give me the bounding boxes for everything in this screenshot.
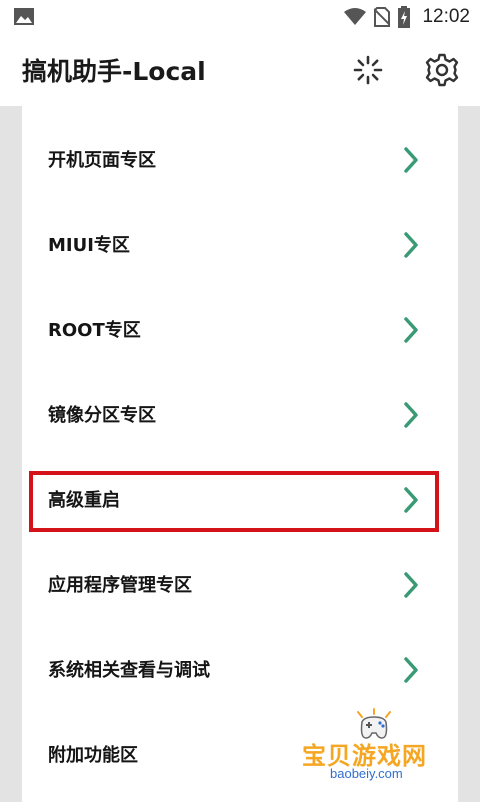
- loading-spinner-icon: [353, 55, 383, 85]
- menu-item-label: 镜像分区专区: [48, 405, 156, 426]
- chevron-right-icon: [404, 147, 418, 173]
- watermark: 宝贝游戏网 baobeiy.com: [302, 708, 452, 798]
- scrollbar-track[interactable]: [458, 106, 480, 802]
- menu-item-image-partition[interactable]: 镜像分区专区: [22, 373, 458, 458]
- menu-card: 开机页面专区 MIUI专区 ROOT专区 镜像分区专区 高级重启 应用程序管理专…: [22, 106, 458, 802]
- menu-item-root[interactable]: ROOT专区: [22, 288, 458, 373]
- menu-item-label: 系统相关查看与调试: [48, 660, 210, 681]
- chevron-right-icon: [404, 317, 418, 343]
- menu-item-miui[interactable]: MIUI专区: [22, 203, 458, 288]
- chevron-right-icon: [404, 657, 418, 683]
- menu-item-app-management[interactable]: 应用程序管理专区: [22, 543, 458, 628]
- wifi-icon: [344, 8, 367, 25]
- menu-item-label: 开机页面专区: [48, 150, 156, 171]
- image-icon: [14, 8, 34, 25]
- menu-item-label: 附加功能区: [48, 745, 138, 766]
- watermark-url: baobeiy.com: [330, 766, 403, 781]
- gear-icon: [425, 53, 459, 87]
- no-sim-icon: [374, 7, 391, 27]
- page-title: 搞机助手-Local: [22, 57, 206, 86]
- status-time: 12:02: [422, 6, 470, 27]
- menu-item-boot-page[interactable]: 开机页面专区: [22, 118, 458, 203]
- app-bar: 搞机助手-Local: [0, 34, 480, 106]
- status-bar: 12:02: [0, 0, 480, 34]
- settings-button[interactable]: [422, 50, 462, 90]
- chevron-right-icon: [404, 232, 418, 258]
- menu-item-label: 应用程序管理专区: [48, 575, 192, 596]
- highlight-box: [29, 471, 439, 532]
- menu-item-label: ROOT专区: [48, 320, 141, 341]
- menu-item-label: MIUI专区: [48, 235, 130, 256]
- chevron-right-icon: [404, 572, 418, 598]
- menu-item-system-debug[interactable]: 系统相关查看与调试: [22, 628, 458, 713]
- left-margin: [0, 106, 22, 802]
- chevron-right-icon: [404, 402, 418, 428]
- refresh-button[interactable]: [348, 50, 388, 90]
- battery-charging-icon: [398, 6, 411, 28]
